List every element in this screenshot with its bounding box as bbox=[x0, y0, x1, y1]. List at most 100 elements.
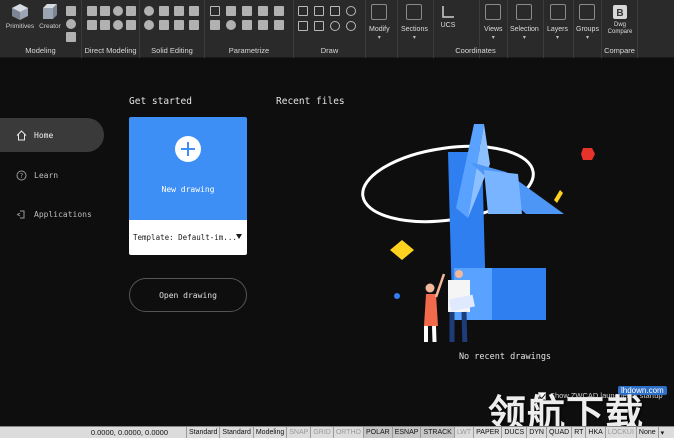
status-lockui-toggle[interactable]: LOCKUI bbox=[604, 426, 636, 438]
constraint-horizontal-icon[interactable] bbox=[274, 6, 284, 16]
groups-label: Groups bbox=[576, 26, 599, 33]
status-snap-toggle[interactable]: SNAP bbox=[286, 426, 310, 438]
subtract-icon[interactable] bbox=[159, 6, 169, 16]
compare-group-label: Compare bbox=[604, 46, 635, 55]
sections-menu-button[interactable]: Sections ▾ bbox=[401, 2, 428, 41]
ribbon-group-sections: Sections ▾ bbox=[398, 0, 434, 58]
fillet-edge-icon[interactable] bbox=[159, 20, 169, 30]
sections-icon bbox=[406, 4, 423, 20]
plus-icon bbox=[175, 136, 201, 162]
status-lwt-toggle[interactable]: LWT bbox=[453, 426, 473, 438]
ribbon-group-coordinates: UCS Coordinates bbox=[434, 0, 496, 58]
push-pull-icon[interactable] bbox=[87, 6, 97, 16]
status-strack-toggle[interactable]: STRACK bbox=[420, 426, 454, 438]
groups-menu-button[interactable]: Groups ▾ bbox=[576, 2, 599, 41]
sweep-icon[interactable] bbox=[66, 32, 76, 42]
union-icon[interactable] bbox=[144, 6, 154, 16]
line-icon[interactable] bbox=[314, 6, 324, 16]
offset-face-icon[interactable] bbox=[113, 6, 123, 16]
home-icon bbox=[16, 129, 27, 140]
dwg-compare-button[interactable]: B Dwg Compare bbox=[604, 2, 636, 36]
groups-icon bbox=[579, 4, 596, 20]
plugin-icon bbox=[16, 210, 25, 218]
modify-menu-button[interactable]: Modify ▾ bbox=[369, 2, 390, 41]
creator-button[interactable]: Creator bbox=[36, 2, 64, 38]
extrude-icon[interactable] bbox=[66, 6, 76, 16]
chamfer-edge-icon[interactable] bbox=[174, 20, 184, 30]
new-drawing-card: New drawing Template: Default-im... bbox=[129, 117, 247, 255]
layers-menu-button[interactable]: Layers ▾ bbox=[547, 2, 568, 41]
status-rt-toggle[interactable]: RT bbox=[571, 426, 585, 438]
constraint-equal-icon[interactable] bbox=[274, 20, 284, 30]
intersect-icon[interactable] bbox=[174, 6, 184, 16]
constraint-coincident-icon[interactable] bbox=[210, 6, 220, 16]
status-dyn-toggle[interactable]: DYN bbox=[526, 426, 546, 438]
fillet-face-icon[interactable] bbox=[113, 20, 123, 30]
selection-label: Selection bbox=[510, 26, 539, 33]
ucs-button[interactable]: UCS bbox=[440, 2, 456, 29]
constraint-tangent-icon[interactable] bbox=[226, 20, 236, 30]
views-label: Views bbox=[484, 26, 503, 33]
ribbon-group-parametrize: Parametrize bbox=[205, 0, 294, 58]
open-drawing-label: Open drawing bbox=[159, 290, 217, 300]
nav-item-applications[interactable]: Applications bbox=[0, 197, 104, 231]
coordinates-readout: 0.0000, 0.0000, 0.0000 bbox=[90, 428, 168, 437]
new-drawing-button[interactable]: New drawing bbox=[129, 117, 247, 220]
start-page: Home ? Learn Applications Get started Re… bbox=[0, 59, 674, 426]
polyline-icon[interactable] bbox=[298, 6, 308, 16]
chevron-down-icon: ▾ bbox=[377, 34, 381, 41]
circle-icon[interactable] bbox=[346, 6, 356, 16]
xline-icon[interactable] bbox=[330, 6, 340, 16]
chevron-down-icon: ▾ bbox=[522, 34, 526, 41]
shell-icon[interactable] bbox=[144, 20, 154, 30]
constraint-symmetric-icon[interactable] bbox=[258, 20, 268, 30]
constraint-collinear-icon[interactable] bbox=[226, 6, 236, 16]
constraint-vertical-icon[interactable] bbox=[210, 20, 220, 30]
open-drawing-button[interactable]: Open drawing bbox=[129, 278, 247, 312]
creator-icon bbox=[43, 4, 57, 19]
status-polar-toggle[interactable]: POLAR bbox=[362, 426, 392, 438]
layers-label: Layers bbox=[547, 26, 569, 33]
status-annotation-scale[interactable]: Standard bbox=[186, 426, 219, 438]
status-grid-toggle[interactable]: GRID bbox=[310, 426, 333, 438]
rotate-face-icon[interactable] bbox=[87, 20, 97, 30]
ellipse-icon[interactable] bbox=[346, 21, 356, 31]
draw-tools bbox=[298, 6, 357, 32]
dwg-compare-label: Dwg Compare bbox=[607, 22, 633, 35]
copy-face-icon[interactable] bbox=[126, 20, 136, 30]
ribbon-group-solid-editing: Solid Editing bbox=[140, 0, 205, 58]
layers-icon bbox=[549, 4, 566, 20]
slice-icon[interactable] bbox=[189, 6, 199, 16]
constraint-perpendicular-icon[interactable] bbox=[258, 6, 268, 16]
status-menu-arrow[interactable]: ▾ bbox=[657, 426, 667, 438]
selection-menu-button[interactable]: Selection ▾ bbox=[510, 2, 539, 41]
polygon-icon[interactable] bbox=[298, 21, 308, 31]
status-text-style[interactable]: Standard bbox=[219, 426, 252, 438]
ribbon-group-modify: Modify ▾ bbox=[366, 0, 398, 58]
revolve-icon[interactable] bbox=[66, 19, 76, 29]
primitives-button[interactable]: Primitives bbox=[6, 2, 34, 38]
ribbon-group-layers: Layers ▾ bbox=[544, 0, 574, 58]
status-paper-toggle[interactable]: PAPER bbox=[473, 426, 501, 438]
status-workspace[interactable]: Modeling bbox=[252, 426, 286, 438]
chevron-down-icon bbox=[236, 234, 242, 239]
arc-icon[interactable] bbox=[330, 21, 340, 31]
nav-item-learn[interactable]: ? Learn bbox=[0, 158, 104, 192]
status-quad-toggle[interactable]: QUAD bbox=[545, 426, 571, 438]
status-none-select[interactable]: None bbox=[635, 426, 658, 438]
parametrize-group-label: Parametrize bbox=[228, 46, 270, 55]
status-hka-toggle[interactable]: HKA bbox=[585, 426, 604, 438]
delete-face-icon[interactable] bbox=[126, 6, 136, 16]
thicken-icon[interactable] bbox=[189, 20, 199, 30]
nav-item-home[interactable]: Home bbox=[0, 118, 104, 152]
status-esnap-toggle[interactable]: ESNAP bbox=[391, 426, 421, 438]
status-ducs-toggle[interactable]: DUCS bbox=[501, 426, 526, 438]
constraint-parallel-icon[interactable] bbox=[242, 6, 252, 16]
move-face-icon[interactable] bbox=[100, 6, 110, 16]
taper-face-icon[interactable] bbox=[100, 20, 110, 30]
views-menu-button[interactable]: Views ▾ bbox=[484, 2, 503, 41]
constraint-smooth-icon[interactable] bbox=[242, 20, 252, 30]
template-select[interactable]: Template: Default-im... bbox=[129, 220, 247, 255]
rectangle-icon[interactable] bbox=[314, 21, 324, 31]
status-ortho-toggle[interactable]: ORTHO bbox=[332, 426, 363, 438]
